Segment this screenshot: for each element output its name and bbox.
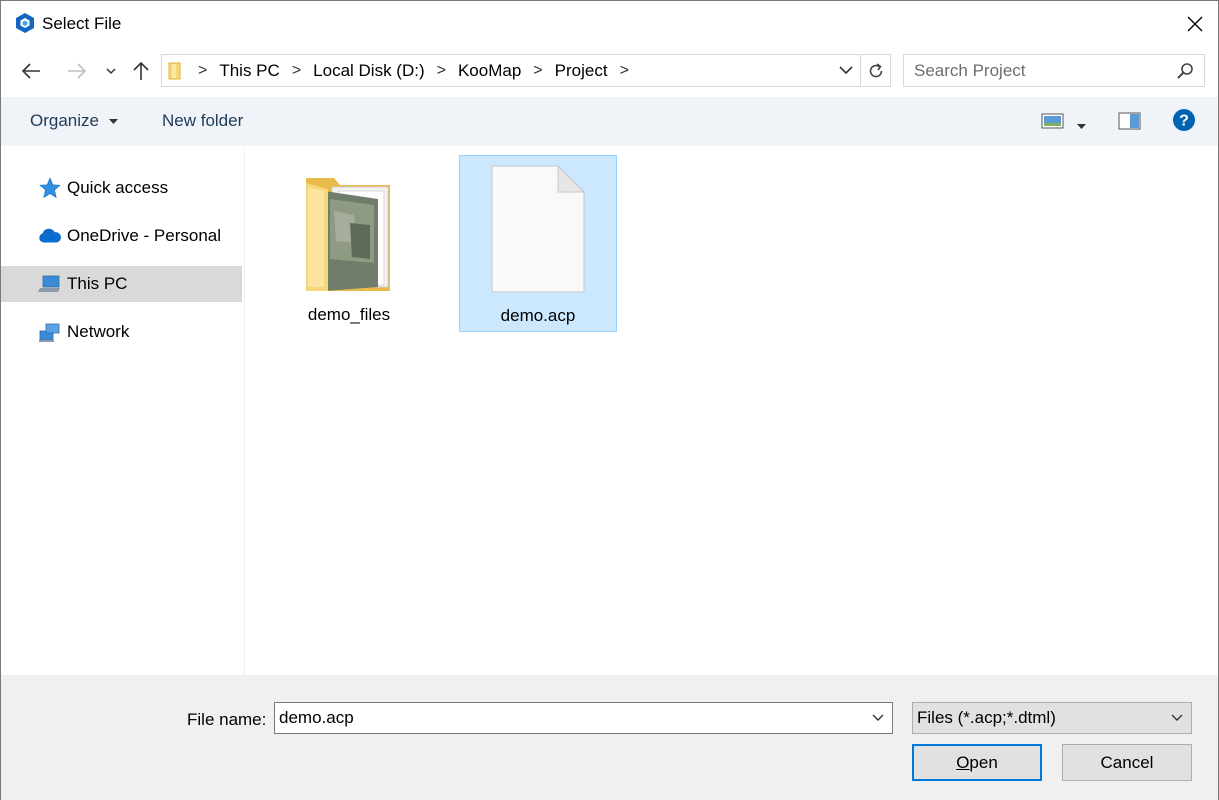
new-folder-button[interactable]: New folder xyxy=(162,111,243,131)
breadcrumb-local-disk[interactable]: Local Disk (D:) xyxy=(313,61,424,81)
view-dropdown-button[interactable] xyxy=(1077,117,1086,135)
file-dialog: Select File > This PC > Local Disk (D:) … xyxy=(0,0,1219,800)
refresh-icon xyxy=(869,62,883,77)
search-input[interactable] xyxy=(914,60,1169,81)
caret-down-icon xyxy=(1077,124,1086,129)
cancel-button[interactable]: Cancel xyxy=(1062,744,1192,781)
open-button[interactable]: Open xyxy=(912,744,1042,781)
breadcrumb-separator[interactable]: > xyxy=(620,62,629,80)
breadcrumb-koomap[interactable]: KooMap xyxy=(458,61,521,81)
file-name-label: demo.acp xyxy=(500,306,576,325)
search-box[interactable] xyxy=(903,54,1205,87)
network-icon xyxy=(38,321,62,343)
arrow-right-icon xyxy=(68,63,87,79)
window-title: Select File xyxy=(42,14,122,33)
computer-icon xyxy=(38,273,62,295)
sidebar-item-network[interactable]: Network xyxy=(1,314,242,350)
sidebar-item-label: Quick access xyxy=(67,178,169,197)
sidebar-item-label: OneDrive - Personal xyxy=(67,226,222,245)
svg-text:?: ? xyxy=(1179,113,1189,130)
breadcrumb-project[interactable]: Project xyxy=(555,61,608,81)
preview-pane-button[interactable] xyxy=(1118,111,1142,136)
sidebar-item-quick-access[interactable]: Quick access xyxy=(1,170,242,206)
chevron-down-icon xyxy=(1171,714,1183,721)
view-options-button[interactable] xyxy=(1041,111,1065,136)
chevron-down-icon xyxy=(872,714,884,721)
chevron-down-icon xyxy=(839,66,853,75)
preview-pane-icon xyxy=(1118,112,1141,130)
file-list: demo_files demo.acp xyxy=(246,146,1218,675)
chevron-down-icon xyxy=(106,67,116,74)
breadcrumb-separator[interactable]: > xyxy=(437,62,446,80)
file-name-input[interactable] xyxy=(279,708,859,728)
file-item-demo-acp[interactable]: demo.acp xyxy=(459,155,617,332)
cancel-button-label: Cancel xyxy=(1100,752,1154,772)
close-icon xyxy=(1187,16,1203,32)
search-icon xyxy=(1176,62,1194,85)
file-name-label: demo_files xyxy=(307,305,391,324)
view-thumbnail-icon xyxy=(1041,113,1064,129)
folder-icon xyxy=(168,62,184,80)
arrow-up-icon xyxy=(133,61,149,80)
recent-locations-button[interactable] xyxy=(101,55,121,87)
refresh-button[interactable] xyxy=(862,54,891,87)
file-type-select[interactable]: Files (*.acp;*.dtml) xyxy=(912,702,1192,734)
sidebar-item-onedrive[interactable]: OneDrive - Personal xyxy=(1,218,242,254)
breadcrumb-this-pc[interactable]: This PC xyxy=(219,61,279,81)
document-icon xyxy=(460,156,616,301)
title-bar: Select File xyxy=(1,1,1218,47)
dialog-footer: File name: Files (*.acp;*.dtml) Open Can… xyxy=(1,675,1218,800)
help-icon: ? xyxy=(1173,109,1195,131)
file-type-dropdown-button[interactable] xyxy=(1169,710,1185,731)
star-icon xyxy=(38,177,62,199)
help-button[interactable]: ? xyxy=(1172,108,1196,137)
breadcrumb-separator: > xyxy=(198,61,208,79)
back-button[interactable] xyxy=(15,55,47,87)
forward-button[interactable] xyxy=(61,55,93,87)
file-name-combobox[interactable] xyxy=(274,702,893,734)
file-item-demo-files[interactable]: demo_files xyxy=(270,155,428,332)
close-button[interactable] xyxy=(1172,1,1218,47)
cloud-icon xyxy=(38,225,62,247)
file-name-dropdown-button[interactable] xyxy=(870,710,886,731)
app-logo-icon xyxy=(14,12,36,34)
breadcrumb-separator[interactable]: > xyxy=(533,62,542,80)
caret-down-icon xyxy=(108,118,118,124)
command-toolbar: Organize New folder ? xyxy=(1,97,1218,146)
arrow-left-icon xyxy=(21,63,40,79)
address-bar[interactable]: > This PC > Local Disk (D:) > KooMap > P… xyxy=(161,54,861,87)
folder-icon xyxy=(270,155,428,300)
sidebar-item-label: This PC xyxy=(67,274,128,293)
up-button[interactable] xyxy=(127,55,155,87)
file-type-value: Files (*.acp;*.dtml) xyxy=(917,708,1056,727)
sidebar-item-label: Network xyxy=(67,322,130,341)
open-button-label: Open xyxy=(956,752,998,772)
organize-label: Organize xyxy=(30,111,99,130)
breadcrumb-separator[interactable]: > xyxy=(292,62,301,80)
file-name-field-label: File name: xyxy=(187,710,267,729)
navigation-pane: Quick access OneDrive - Personal This PC xyxy=(1,146,245,675)
sidebar-item-this-pc[interactable]: This PC xyxy=(1,266,242,302)
address-history-button[interactable] xyxy=(836,60,856,85)
navigation-bar: > This PC > Local Disk (D:) > KooMap > P… xyxy=(1,47,1218,95)
organize-button[interactable]: Organize xyxy=(30,111,118,131)
